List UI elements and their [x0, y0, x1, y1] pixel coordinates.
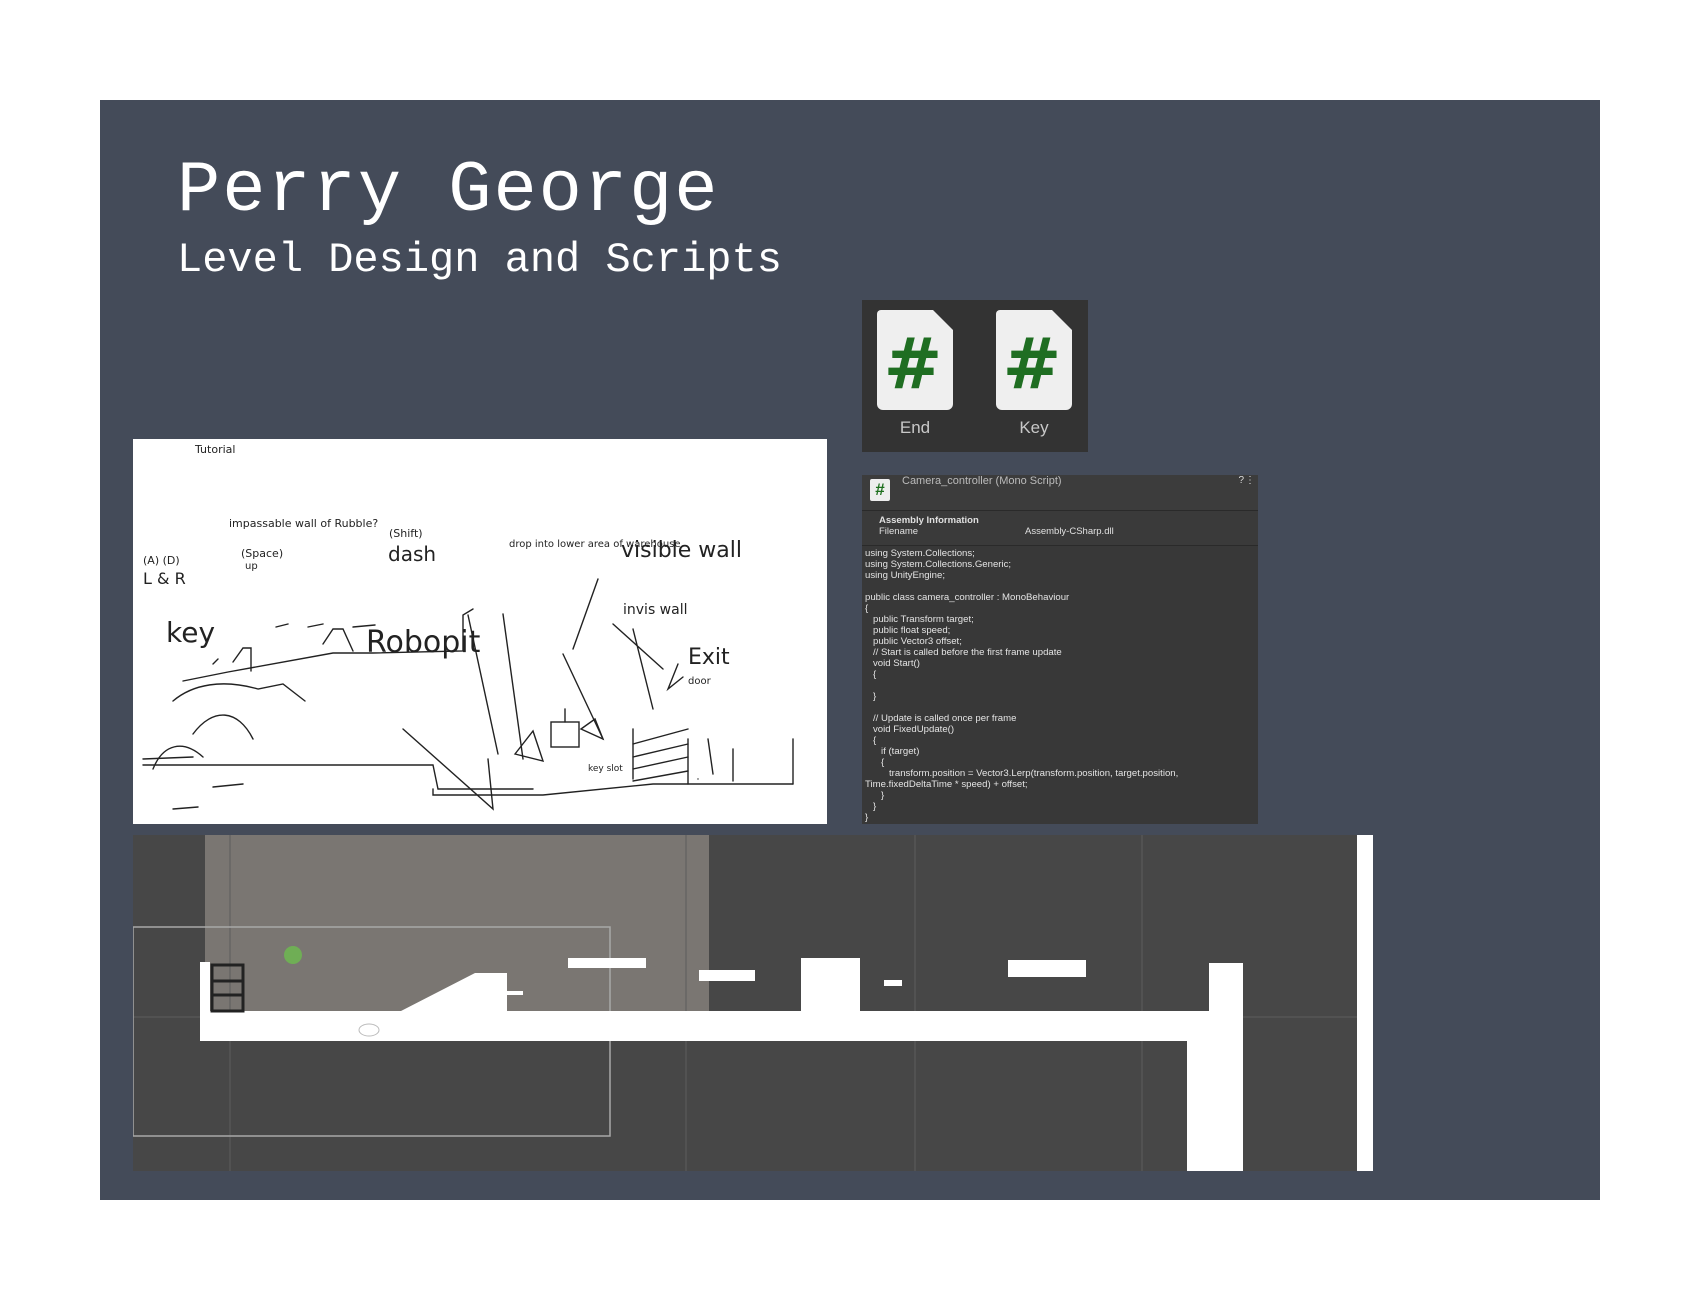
sketch-label-shift: (Shift) — [389, 527, 423, 540]
sketch-label-visible-wall: visible wall — [621, 538, 742, 563]
help-icon[interactable]: ? — [1238, 475, 1244, 486]
sketch-label-robopit: Robopit — [366, 625, 481, 660]
sketch-label-ad: (A) (D) — [143, 554, 180, 567]
svg-text:#: # — [884, 323, 943, 405]
inspector-panel: # Camera_controller (Mono Script) ? ⋮ As… — [862, 475, 1258, 824]
sketch-label-dash: dash — [388, 542, 436, 566]
script-label-end: End — [899, 418, 931, 437]
page-title: Perry George — [177, 150, 720, 232]
assembly-info: Assembly Information Filename Assembly-C… — [862, 511, 1258, 546]
inspector-title: Camera_controller (Mono Script) — [902, 475, 1062, 487]
csharp-script-icon: # — [870, 479, 890, 501]
sketch-label-impassable: impassable wall of Rubble? — [229, 517, 378, 530]
level-sketch: Tutorial impassable wall of Rubble? (Shi… — [133, 439, 827, 824]
csharp-script-icon[interactable]: # — [996, 310, 1072, 410]
sketch-label-key: key — [166, 616, 215, 649]
sketch-label-space: (Space) — [241, 547, 283, 560]
project-assets-panel: # End # Key — [862, 300, 1088, 452]
key-sprite — [284, 946, 302, 964]
sketch-annotations: Tutorial impassable wall of Rubble? (Shi… — [143, 443, 742, 774]
sketch-lines — [142, 578, 794, 811]
sketch-label-lr: L & R — [143, 569, 186, 588]
svg-text:#: # — [1003, 323, 1062, 405]
csharp-script-icon[interactable]: # — [877, 310, 953, 410]
filename-value: Assembly-CSharp.dll — [1025, 526, 1114, 537]
script-source-code: using System.Collections; using System.C… — [865, 548, 1179, 823]
filename-label: Filename — [879, 526, 919, 537]
sketch-label-door: door — [688, 676, 712, 687]
sketch-label-key-slot: key slot — [588, 764, 623, 774]
sketch-label-invis-wall: invis wall — [623, 602, 688, 618]
script-label-key: Key — [1019, 418, 1049, 437]
sketch-label-up: up — [245, 561, 258, 572]
kebab-menu-icon[interactable]: ⋮ — [1245, 475, 1255, 486]
page-subtitle: Level Design and Scripts — [177, 236, 782, 284]
assembly-header: Assembly Information — [879, 515, 979, 526]
sketch-label-exit: Exit — [688, 645, 730, 670]
sketch-label-tutorial: Tutorial — [194, 443, 235, 456]
inspector-header: # Camera_controller (Mono Script) ? ⋮ — [862, 475, 1258, 511]
unity-scene-view[interactable] — [132, 835, 1373, 1171]
